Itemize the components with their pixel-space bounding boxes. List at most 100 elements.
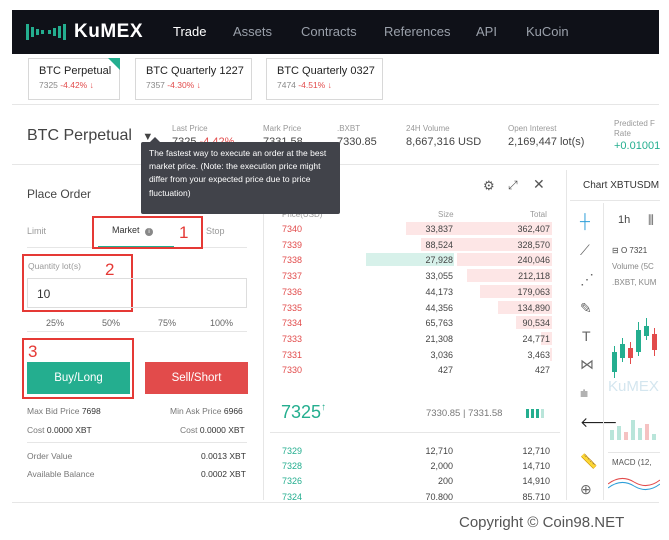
orderbook-index: 7330.85 [426, 408, 461, 419]
tab-stop[interactable]: Stop [206, 226, 225, 236]
ask-price: 7330 [282, 365, 303, 376]
market-tab-name: BTC Quarterly 1227 [146, 65, 244, 77]
chart-collapse-icon[interactable]: ⊟ [612, 246, 619, 255]
ask-size: 21,308 [425, 333, 453, 344]
bid-row[interactable]: 7324 70,800 85,710 [0, 492, 669, 500]
expand-icon[interactable]: ⤢ [508, 178, 518, 193]
divider [27, 331, 247, 332]
fib-tool-icon[interactable]: ⋰ [580, 271, 594, 288]
annotation-number-2: 2 [105, 260, 115, 279]
annotation-number-1: 1 [179, 223, 189, 242]
ask-total: 134,890 [517, 302, 550, 313]
bid-total: 85,710 [522, 491, 550, 500]
quantity-input[interactable]: 10 [27, 278, 247, 308]
sell-short-button[interactable]: Sell/Short [145, 362, 248, 394]
panel-divider [566, 170, 567, 500]
ask-size: 65,763 [425, 318, 453, 329]
percent-100-button[interactable]: 100% [210, 318, 233, 328]
measure-icon[interactable]: ⩧ [580, 385, 588, 402]
ask-total: 427 [534, 365, 550, 376]
order-value: 0.0013 XBT [201, 451, 246, 461]
market-tab-btc-quarterly-0327[interactable]: BTC Quarterly 0327 7474 -4.51% ↓ [266, 58, 383, 100]
zoom-in-icon[interactable]: ⊕ [580, 481, 592, 498]
max-bid-label: Max Bid Price [27, 406, 80, 416]
market-tab-change: -4.42% ↓ [60, 80, 94, 90]
divider [12, 104, 659, 105]
cost-sell-value: 0.0000 XBT [199, 425, 245, 435]
selected-flag-icon [108, 58, 120, 70]
ask-size: 33,055 [425, 271, 453, 282]
tab-limit[interactable]: Limit [27, 226, 46, 236]
available-balance-label: Available Balance [27, 469, 95, 479]
interval-selector[interactable]: 1h [618, 214, 630, 226]
ask-price: 7335 [282, 302, 303, 313]
place-order-title: Place Order [27, 187, 92, 201]
ask-total: 212,118 [518, 271, 550, 282]
last-price-label: Last Price [172, 124, 208, 133]
market-tab-change: -4.51% ↓ [298, 80, 332, 90]
logo-text[interactable]: KuMEX [74, 21, 143, 43]
nav-kucoin[interactable]: KuCoin [526, 24, 569, 39]
copyright-text: Copyright © Coin98.NET [459, 514, 625, 531]
market-tab-btc-quarterly-1227[interactable]: BTC Quarterly 1227 7357 -4.30% ↓ [135, 58, 252, 100]
toolbar-divider [603, 203, 604, 500]
up-arrow-icon: ↑ [321, 402, 327, 413]
crosshair-icon[interactable]: ┼ [580, 213, 590, 229]
ask-price: 7337 [282, 271, 303, 282]
index-price: 7330.85 [337, 136, 377, 148]
ask-total: 240,046 [517, 255, 550, 266]
header-total: Total [530, 210, 547, 219]
pattern-icon[interactable]: ⋈ [580, 356, 594, 373]
ruler-icon[interactable]: 📏 [580, 453, 597, 470]
divider [12, 502, 659, 503]
percent-25-button[interactable]: 25% [46, 318, 64, 328]
index-label: .BXBT [337, 124, 361, 133]
divider [270, 432, 560, 433]
bid-price: 7328 [282, 461, 303, 472]
macd-label: MACD (12, [612, 458, 652, 467]
ask-price: 7334 [282, 318, 303, 329]
ask-price: 7336 [282, 286, 303, 297]
bid-total: 12,710 [522, 446, 550, 456]
market-tab-btc-perpetual[interactable]: BTC Perpetual 7325 -4.42% ↓ [28, 58, 120, 100]
bid-price: 7326 [282, 476, 303, 487]
close-icon[interactable]: ✕ [533, 176, 545, 193]
kumex-logo-icon [26, 24, 66, 40]
candle-type-icon[interactable]: ⫴ [648, 212, 654, 229]
mark-price-label: Mark Price [263, 124, 302, 133]
market-tab-change: -4.30% ↓ [167, 80, 201, 90]
ask-size: 88,524 [425, 239, 453, 250]
brush-icon[interactable]: ✎ [580, 300, 592, 317]
contract-selector[interactable]: BTC Perpetual ▼ [27, 127, 153, 145]
percent-50-button[interactable]: 50% [102, 318, 120, 328]
market-tab-price: 7325 [39, 80, 58, 90]
nav-references[interactable]: References [384, 24, 450, 39]
order-value-label: Order Value [27, 451, 73, 461]
panel-divider [263, 170, 264, 500]
nav-api[interactable]: API [476, 24, 497, 39]
market-tab-price: 7357 [146, 80, 165, 90]
ask-price: 7331 [282, 349, 303, 360]
ask-price: 7338 [282, 255, 303, 266]
bid-size: 70,800 [425, 491, 453, 500]
bid-total: 14,910 [522, 476, 550, 487]
ask-total: 362,407 [517, 224, 550, 234]
nav-trade[interactable]: Trade [173, 24, 206, 39]
trend-line-icon[interactable]: ⟋ [580, 242, 590, 259]
ask-size: 27,928 [425, 255, 453, 266]
bid-total: 14,710 [522, 461, 550, 472]
ask-size: 44,356 [425, 302, 453, 313]
text-tool-icon[interactable]: T [582, 328, 591, 344]
divider [570, 200, 660, 201]
buy-long-button[interactable]: Buy/Long [27, 362, 130, 394]
nav-contracts[interactable]: Contracts [301, 24, 357, 39]
available-balance-value: 0.0002 XBT [201, 469, 246, 479]
min-ask-label: Min Ask Price [170, 406, 222, 416]
bid-size: 2,000 [430, 461, 453, 472]
cost-buy-value: 0.0000 XBT [46, 425, 92, 435]
nav-assets[interactable]: Assets [233, 24, 272, 39]
percent-75-button[interactable]: 75% [158, 318, 176, 328]
settings-gear-icon[interactable]: ⚙ [483, 178, 495, 194]
market-tab-price: 7474 [277, 80, 296, 90]
ask-price: 7333 [282, 333, 303, 344]
